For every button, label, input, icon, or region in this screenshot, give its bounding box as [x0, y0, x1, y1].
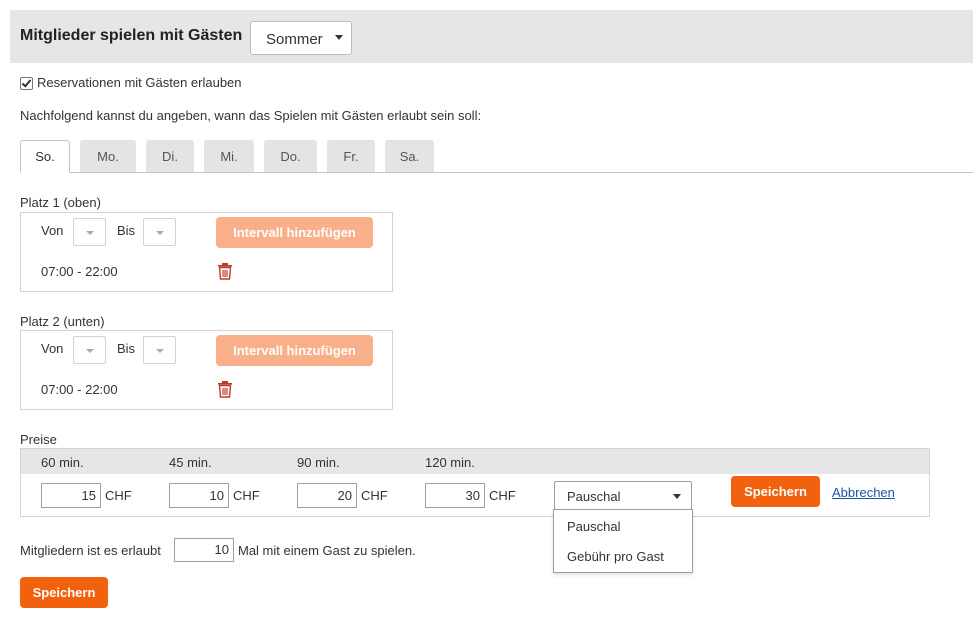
to-select[interactable] [143, 218, 176, 246]
currency-label: CHF [105, 488, 132, 503]
price-input-45[interactable]: 10 [169, 483, 229, 508]
court-2-panel: Von Bis Intervall hinzufügen 07:00 - 22:… [20, 330, 393, 410]
chevron-down-icon [86, 349, 94, 353]
from-label: Von [41, 223, 64, 238]
cancel-link[interactable]: Abbrechen [832, 485, 895, 500]
duration-label: 60 min. [41, 455, 84, 470]
prices-header: 60 min. 45 min. 90 min. 120 min. [21, 449, 929, 474]
price-type-select[interactable]: Pauschal [554, 481, 692, 510]
court-2-label: Platz 2 (unten) [20, 314, 105, 329]
page-title: Mitglieder spielen mit Gästen [20, 27, 243, 44]
prices-label: Preise [20, 432, 57, 447]
tab-tuesday[interactable]: Di. [146, 140, 194, 172]
price-input-120[interactable]: 30 [425, 483, 485, 508]
chevron-down-icon [335, 35, 343, 40]
guest-limit-row: Mitgliedern ist es erlaubt 10 Mal mit ei… [20, 538, 520, 562]
tab-wednesday[interactable]: Mi. [204, 140, 254, 172]
trash-icon[interactable] [217, 262, 233, 280]
save-button[interactable]: Speichern [20, 577, 108, 608]
guest-limit-suffix: Mal mit einem Gast zu spielen. [238, 543, 416, 558]
duration-label: 120 min. [425, 455, 475, 470]
save-prices-button[interactable]: Speichern [731, 476, 820, 507]
price-type-value: Pauschal [567, 489, 621, 504]
dropdown-option-per-guest[interactable]: Gebühr pro Gast [567, 549, 664, 564]
tab-sunday[interactable]: So. [20, 140, 70, 173]
chevron-down-icon [673, 494, 681, 499]
tab-monday[interactable]: Mo. [80, 140, 136, 172]
from-label: Von [41, 341, 64, 356]
duration-label: 45 min. [169, 455, 212, 470]
duration-label: 90 min. [297, 455, 340, 470]
season-select-value: Sommer [266, 31, 323, 48]
to-label: Bis [117, 341, 136, 356]
guest-limit-prefix: Mitgliedern ist es erlaubt [20, 543, 161, 558]
tab-friday[interactable]: Fr. [327, 140, 375, 172]
chevron-down-icon [156, 349, 164, 353]
allow-guests-checkbox[interactable] [20, 77, 33, 90]
chevron-down-icon [86, 231, 94, 235]
currency-label: CHF [233, 488, 260, 503]
currency-label: CHF [489, 488, 516, 503]
page-header: Mitglieder spielen mit Gästen Sommer [10, 10, 973, 63]
price-input-60[interactable]: 15 [41, 483, 101, 508]
season-select[interactable]: Sommer [250, 21, 352, 55]
to-select[interactable] [143, 336, 176, 364]
from-select[interactable] [73, 336, 106, 364]
price-type-dropdown: Pauschal Gebühr pro Gast [553, 509, 693, 573]
court-1-panel: Von Bis Intervall hinzufügen 07:00 - 22:… [20, 212, 393, 292]
from-select[interactable] [73, 218, 106, 246]
interval-time: 07:00 - 22:00 [41, 264, 118, 279]
currency-label: CHF [361, 488, 388, 503]
tab-thursday[interactable]: Do. [264, 140, 317, 172]
prices-panel: 60 min. 45 min. 90 min. 120 min. 15 CHF … [20, 448, 930, 517]
intro-text: Nachfolgend kannst du angeben, wann das … [20, 108, 482, 123]
add-interval-button[interactable]: Intervall hinzufügen [216, 335, 373, 366]
dropdown-option-pauschal[interactable]: Pauschal [567, 519, 620, 534]
add-interval-button[interactable]: Intervall hinzufügen [216, 217, 373, 248]
allow-guests-label[interactable]: Reservationen mit Gästen erlauben [37, 75, 242, 90]
court-1-label: Platz 1 (oben) [20, 195, 101, 210]
to-label: Bis [117, 223, 136, 238]
trash-icon[interactable] [217, 380, 233, 398]
tab-saturday[interactable]: Sa. [385, 140, 434, 172]
chevron-down-icon [156, 231, 164, 235]
price-input-90[interactable]: 20 [297, 483, 357, 508]
day-tabs: So. Mo. Di. Mi. Do. Fr. Sa. [20, 140, 973, 173]
interval-time: 07:00 - 22:00 [41, 382, 118, 397]
guest-limit-input[interactable]: 10 [174, 538, 234, 562]
check-icon [21, 77, 32, 88]
